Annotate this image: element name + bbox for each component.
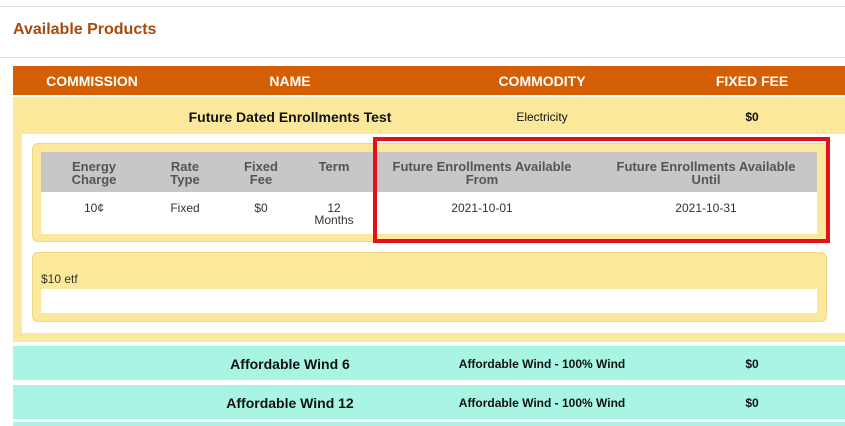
value-term: 12 Months xyxy=(314,201,354,227)
product-name: Affordable Wind 6 xyxy=(230,356,350,372)
product-commodity: Electricity xyxy=(516,110,568,124)
table-row[interactable]: Affordable Wind 12 Affordable Wind - 100… xyxy=(13,385,845,419)
header-name[interactable]: NAME xyxy=(269,73,310,89)
product-fixed-fee: $0 xyxy=(745,396,759,410)
next-row-partial xyxy=(13,422,845,426)
product-fixed-fee: $0 xyxy=(745,110,759,124)
table-row[interactable]: Future Dated Enrollments Test Electricit… xyxy=(13,97,845,133)
product-note-field xyxy=(41,289,817,313)
product-commodity: Affordable Wind - 100% Wind xyxy=(458,396,626,410)
header-commission[interactable]: COMMISSION xyxy=(46,73,138,89)
products-table-header: COMMISSION NAME COMMODITY FIXED FEE xyxy=(13,66,845,95)
product-commodity: Affordable Wind - 100% Wind xyxy=(458,357,626,371)
highlight-annotation xyxy=(373,137,830,243)
col-energy-charge: Energy Charge xyxy=(71,159,117,187)
value-rate-type: Fixed xyxy=(170,201,200,215)
product-note: $10 etf xyxy=(41,272,78,286)
product-note-box: $10 etf xyxy=(32,252,827,322)
col-term: Term xyxy=(318,159,350,174)
value-fixed-fee: $0 xyxy=(254,201,268,215)
value-energy-charge: 10¢ xyxy=(83,201,105,215)
table-row[interactable]: Affordable Wind 6 Affordable Wind - 100%… xyxy=(13,346,845,380)
col-fixed-fee: Fixed Fee xyxy=(244,159,278,187)
product-name: Future Dated Enrollments Test xyxy=(188,109,392,125)
header-fixed-fee[interactable]: FIXED FEE xyxy=(716,73,788,89)
col-rate-type: Rate Type xyxy=(170,159,200,187)
product-name: Affordable Wind 12 xyxy=(226,395,354,411)
title-divider xyxy=(0,57,845,58)
product-fixed-fee: $0 xyxy=(745,357,759,371)
top-divider xyxy=(0,6,845,7)
header-commodity[interactable]: COMMODITY xyxy=(498,73,585,89)
page-title: Available Products xyxy=(13,21,157,38)
